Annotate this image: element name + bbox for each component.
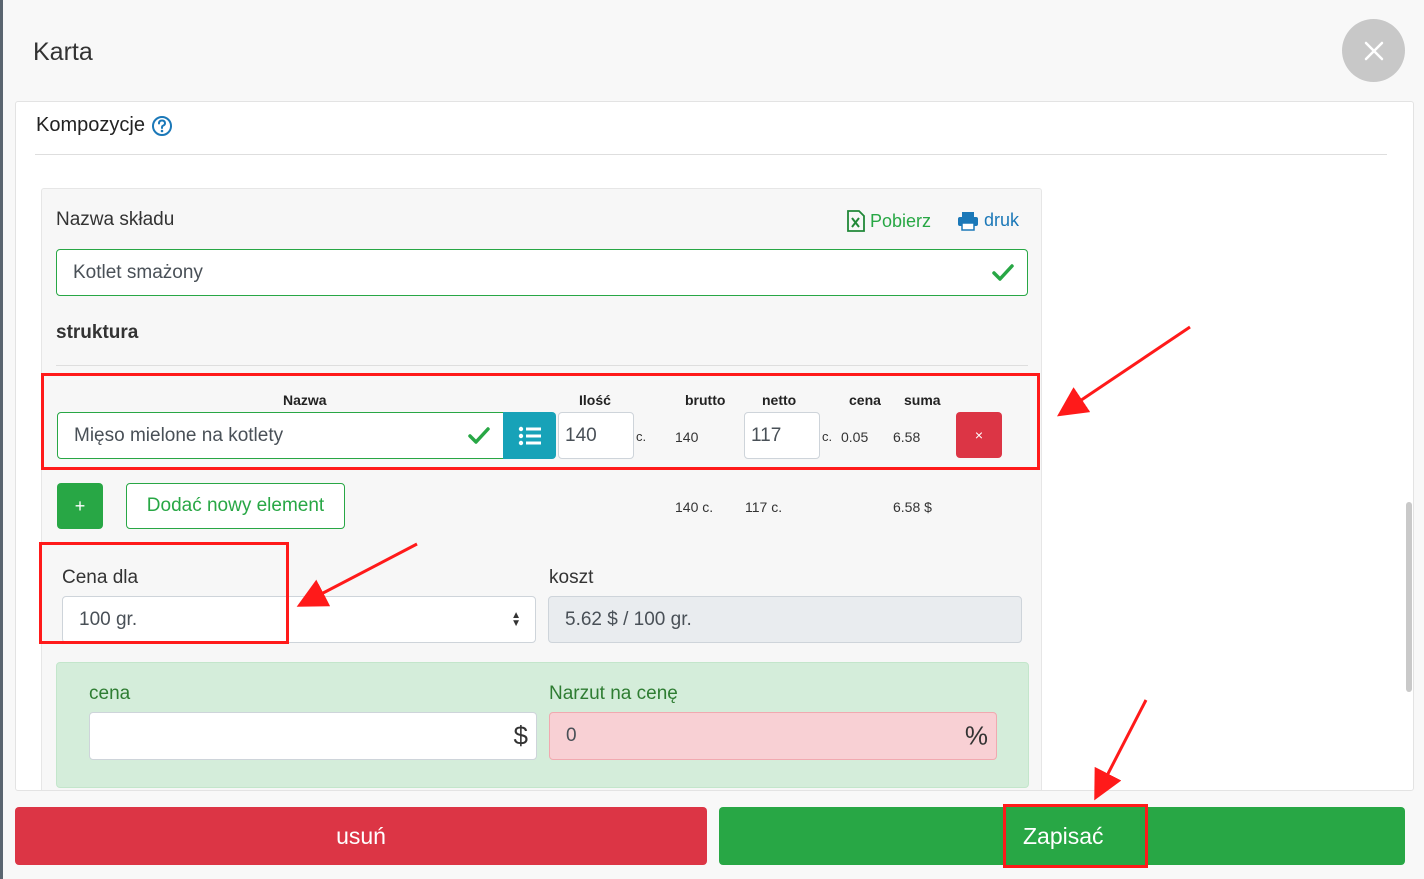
composition-name-value: Kotlet smażony xyxy=(73,261,203,283)
composition-card: Nazwa składu Pobierz druk Kotlet smażony xyxy=(41,188,1042,790)
section-divider xyxy=(35,154,1387,155)
net-input[interactable]: 117 xyxy=(744,412,820,459)
percent-suffix: % xyxy=(964,720,988,751)
col-header-price: cena xyxy=(849,392,881,408)
save-label: Zapisać xyxy=(1023,822,1104,849)
delete-button[interactable]: usuń xyxy=(15,807,707,865)
print-icon xyxy=(958,211,978,231)
close-button[interactable] xyxy=(1342,19,1405,82)
price-value: 0.05 xyxy=(841,429,869,445)
select-arrows-icon: ▲ ▼ xyxy=(511,609,521,629)
composition-name-label: Nazwa składu xyxy=(56,209,175,230)
net-unit: c. xyxy=(822,429,833,444)
total-net: 117 c. xyxy=(745,499,783,515)
markup-value: 0 xyxy=(566,725,577,746)
ingredient-name-input[interactable]: Mięso mielone na kotlety xyxy=(57,412,504,459)
download-link[interactable]: Pobierz xyxy=(847,210,931,232)
check-icon xyxy=(992,263,1014,281)
ingredient-list-button[interactable] xyxy=(503,412,556,459)
col-header-sum: suma xyxy=(904,392,941,408)
structure-label: struktura xyxy=(56,322,139,343)
modal-title: Karta xyxy=(33,38,93,66)
excel-file-icon xyxy=(847,210,865,232)
print-link[interactable]: druk xyxy=(957,210,1019,231)
section-header: Kompozycje xyxy=(36,114,173,137)
price-for-value: 100 gr. xyxy=(79,608,138,630)
delete-row-button[interactable]: × xyxy=(956,412,1002,458)
section-title: Kompozycje xyxy=(36,114,145,136)
total-gross: 140 c. xyxy=(675,499,714,515)
cost-value: 5.62 $ / 100 gr. xyxy=(565,608,692,630)
col-header-qty: Ilość xyxy=(579,392,611,408)
currency-suffix: $ xyxy=(513,720,528,751)
markup-label: Narzut na cenę xyxy=(549,683,678,704)
add-row-button[interactable]: + xyxy=(57,483,103,529)
composition-name-input[interactable]: Kotlet smażony xyxy=(56,249,1028,296)
close-icon xyxy=(1364,41,1383,60)
save-button[interactable]: Zapisać xyxy=(719,807,1405,865)
modal-body[interactable]: Kompozycje Nazwa składu Pobierz druk Kot… xyxy=(15,101,1414,791)
print-label: druk xyxy=(984,210,1020,230)
price-panel: cena $ Narzut na cenę 0 % xyxy=(56,662,1029,788)
qty-unit: c. xyxy=(636,429,647,444)
list-icon xyxy=(518,426,541,445)
net-value: 117 xyxy=(751,424,782,446)
help-icon[interactable] xyxy=(151,115,173,137)
col-header-name: Nazwa xyxy=(283,392,327,408)
check-icon xyxy=(468,426,490,444)
cost-label: koszt xyxy=(549,567,594,588)
qty-input[interactable]: 140 xyxy=(558,412,634,459)
markup-input[interactable]: 0 % xyxy=(549,712,997,760)
price-for-label: Cena dla xyxy=(62,567,139,588)
total-sum: 6.58 $ xyxy=(893,499,932,515)
delete-icon: × xyxy=(974,427,984,443)
download-label: Pobierz xyxy=(870,210,932,231)
structure-divider xyxy=(56,365,1028,366)
price-input[interactable]: $ xyxy=(89,712,537,760)
plus-icon: + xyxy=(74,495,86,516)
ingredient-name-value: Mięso mielone na kotlety xyxy=(74,424,284,446)
card-modal: Karta Kompozycje Nazwa składu Pobierz dr… xyxy=(3,0,1424,879)
col-header-net: netto xyxy=(762,392,797,408)
add-new-element-button[interactable]: Dodać nowy element xyxy=(126,483,345,529)
price-label: cena xyxy=(89,683,131,704)
price-for-select[interactable]: 100 gr. ▲ ▼ xyxy=(62,596,536,643)
gross-value: 140 xyxy=(675,429,699,445)
scrollbar-thumb[interactable] xyxy=(1406,502,1412,692)
cost-field: 5.62 $ / 100 gr. xyxy=(548,596,1022,643)
sum-value: 6.58 xyxy=(893,429,921,445)
col-header-gross: brutto xyxy=(685,392,726,408)
qty-value: 140 xyxy=(565,424,597,446)
